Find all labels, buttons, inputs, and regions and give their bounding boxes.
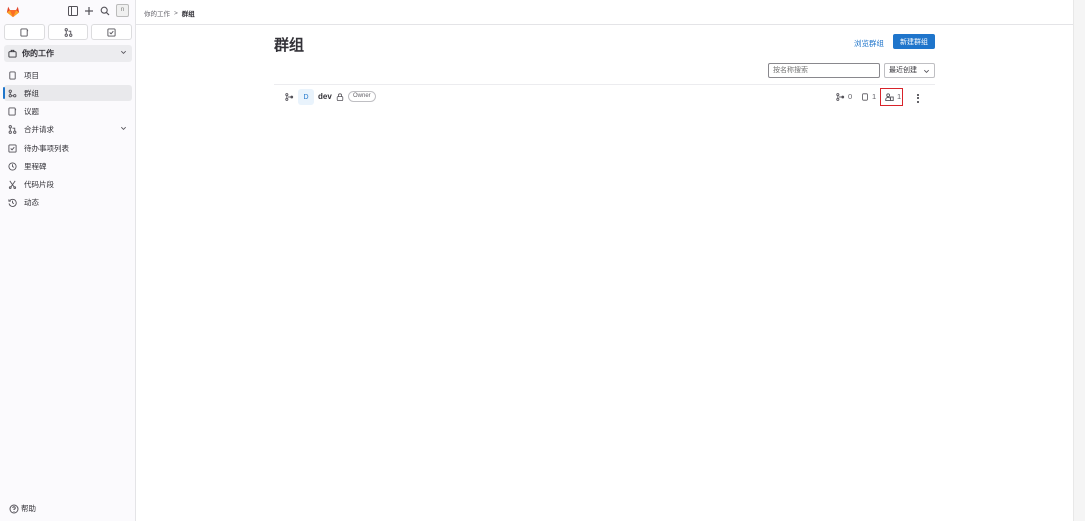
lock-icon (336, 93, 344, 101)
projects-value: 1 (872, 92, 877, 101)
subgroups-value: 0 (848, 92, 853, 101)
sidebar-item-snippets[interactable]: 代码片段 (4, 176, 132, 192)
sidebar-item-activity[interactable]: 动态 (4, 194, 132, 210)
sidebar-item-label: 代码片段 (24, 179, 54, 189)
issues-icon (8, 106, 17, 116)
sidebar-item-label: 待办事项列表 (24, 143, 69, 153)
gitlab-logo-icon[interactable] (6, 4, 20, 18)
snippet-icon (8, 180, 17, 189)
sidebar-item-groups[interactable]: 群组 (3, 85, 132, 101)
merge-request-icon (64, 27, 72, 37)
sidebar-item-label: 里程碑 (24, 161, 47, 171)
subgroups-count: 0 (836, 92, 852, 101)
sidebar-item-merge-requests[interactable]: 合并请求 (4, 121, 132, 137)
todos-count-button[interactable] (91, 24, 133, 40)
milestone-icon (8, 161, 17, 171)
sidebar-item-label: 议题 (24, 106, 39, 116)
explore-groups-link[interactable]: 浏览群组 (854, 38, 884, 49)
members-highlight-box (880, 88, 903, 106)
plus-icon[interactable] (83, 5, 95, 17)
sidebar-quick-buttons (4, 24, 133, 40)
sidebar-toggle-icon[interactable] (67, 5, 79, 17)
top-bar: 你的工作 > 群组 (136, 0, 1073, 25)
group-actions-kebab-icon[interactable] (913, 92, 923, 104)
merge-request-icon (8, 124, 17, 134)
help-button[interactable]: 帮助 (9, 503, 36, 514)
user-avatar[interactable]: n (116, 4, 129, 17)
subgroup-icon (285, 93, 294, 101)
sidebar-item-milestones[interactable]: 里程碑 (4, 158, 132, 174)
project-icon (862, 92, 868, 101)
sidebar-item-label: 合并请求 (24, 124, 54, 134)
sort-dropdown[interactable]: 最近创建 (884, 63, 935, 78)
sidebar-item-label: 项目 (24, 70, 39, 80)
merge-requests-count-button[interactable] (47, 24, 89, 40)
sidebar-item-projects[interactable]: 项目 (4, 67, 132, 83)
sidebar-item-todos[interactable]: 待办事项列表 (4, 140, 132, 156)
chevron-down-icon (924, 69, 929, 73)
app-root: n 你的工作 项目 群组 议题 合并请求 待办事项列表 里程碑 代码片段 动态 … (0, 0, 1085, 521)
group-icon (8, 89, 17, 97)
issues-count-button[interactable] (4, 24, 45, 40)
context-switcher[interactable]: 你的工作 (4, 45, 132, 62)
page-title: 群组 (274, 37, 305, 54)
projects-count: 1 (861, 92, 876, 101)
issues-icon (20, 27, 28, 37)
sidebar-top: n (0, 0, 136, 24)
activity-icon (8, 198, 17, 207)
group-name[interactable]: dev (318, 92, 332, 101)
todo-icon (8, 143, 17, 153)
context-label: 你的工作 (22, 49, 54, 58)
sidebar: n 你的工作 项目 群组 议题 合并请求 待办事项列表 里程碑 代码片段 动态 … (0, 0, 136, 521)
scrollbar[interactable] (1073, 0, 1085, 521)
help-label: 帮助 (21, 504, 36, 513)
subgroup-icon (836, 92, 845, 101)
chevron-down-icon (121, 50, 126, 54)
breadcrumb-parent[interactable]: 你的工作 (144, 8, 170, 18)
role-badge: Owner (348, 91, 376, 102)
chevron-down-icon (121, 126, 126, 130)
breadcrumb: 你的工作 > 群组 (144, 8, 195, 19)
sidebar-item-label: 群组 (24, 88, 39, 98)
briefcase-icon (8, 49, 17, 58)
new-group-button[interactable]: 新建群组 (893, 34, 935, 49)
group-row[interactable]: D dev Owner 0 1 1 (274, 85, 935, 109)
breadcrumb-separator: > (174, 9, 178, 17)
sort-label: 最近创建 (889, 67, 917, 74)
search-icon[interactable] (99, 5, 111, 17)
help-icon (9, 504, 19, 513)
search-input[interactable] (768, 63, 880, 78)
todo-icon (107, 27, 116, 37)
sidebar-item-issues[interactable]: 议题 (4, 103, 132, 119)
project-icon (9, 70, 16, 80)
breadcrumb-current[interactable]: 群组 (182, 8, 195, 18)
sidebar-item-label: 动态 (24, 197, 39, 207)
group-avatar[interactable]: D (298, 89, 314, 105)
